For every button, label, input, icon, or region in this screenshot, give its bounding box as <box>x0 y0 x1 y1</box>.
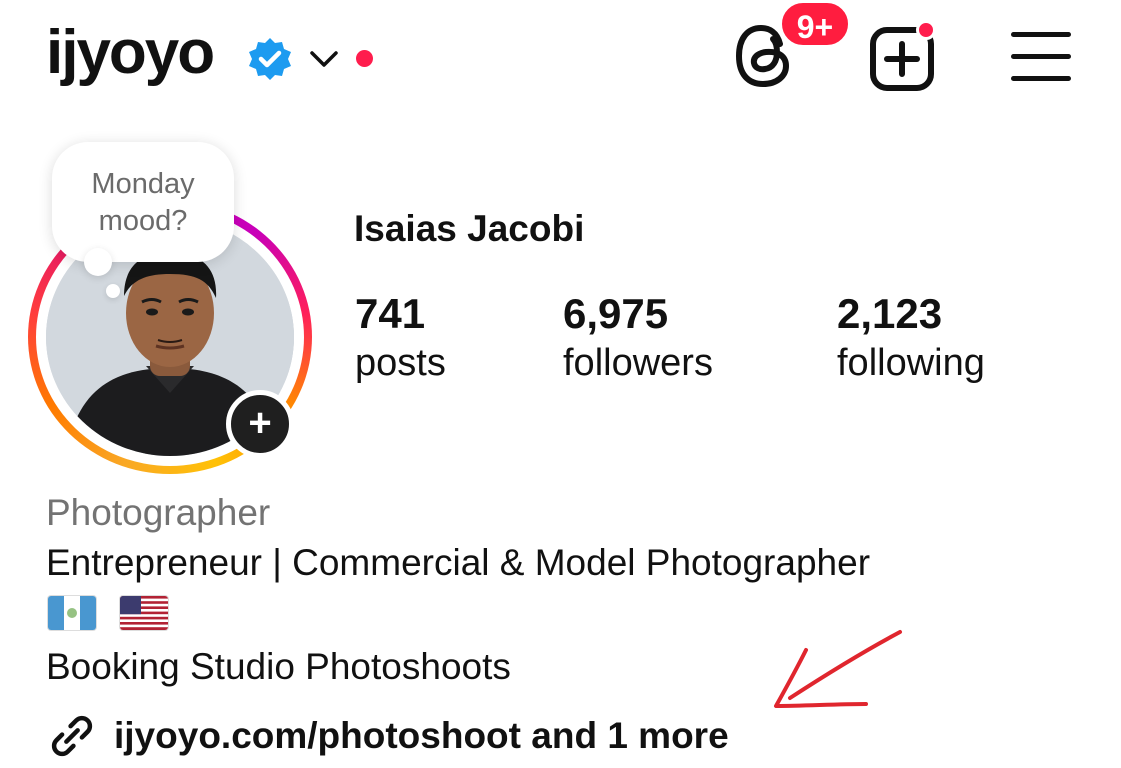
full-name: Isaias Jacobi <box>354 208 585 249</box>
note-bubble-tail <box>84 248 112 276</box>
stat-followers-value: 6,975 <box>563 290 669 337</box>
note-text: Monday mood? <box>91 168 195 237</box>
create-notification-dot <box>916 20 936 40</box>
add-story-button[interactable]: + <box>226 390 294 458</box>
profile-link-text: ijyoyo.com/photoshoot and 1 more <box>114 715 729 756</box>
annotation-arrow-icon <box>774 630 902 708</box>
account-notification-dot <box>356 50 373 67</box>
usa-flag-icon <box>120 596 169 630</box>
link-icon <box>51 715 93 757</box>
threads-notification-badge: 9+ <box>779 0 851 48</box>
note-bubble[interactable]: Monday mood? <box>52 142 234 262</box>
profile-links[interactable]: ijyoyo.com/photoshoot and 1 more <box>46 710 729 762</box>
stat-posts[interactable]: 741 posts <box>355 290 446 388</box>
profile-category: Photographer <box>46 492 271 533</box>
guatemala-flag-icon <box>48 596 96 630</box>
bio-line-1: Entrepreneur | Commercial & Model Photog… <box>46 542 871 583</box>
bio-flags <box>48 596 188 630</box>
chevron-down-icon[interactable] <box>308 48 340 70</box>
menu-icon[interactable] <box>1011 32 1071 82</box>
bio-line-3: Booking Studio Photoshoots <box>46 646 511 687</box>
stat-following-label: following <box>837 342 985 384</box>
note-bubble-tail-small <box>106 284 120 298</box>
stat-followers[interactable]: 6,975 followers <box>563 290 713 388</box>
stat-following[interactable]: 2,123 following <box>837 290 985 388</box>
stat-posts-value: 741 <box>355 290 426 337</box>
stat-following-value: 2,123 <box>837 290 943 337</box>
stat-posts-label: posts <box>355 342 446 384</box>
account-username[interactable]: ijyoyo <box>46 22 215 84</box>
stat-followers-label: followers <box>563 342 713 384</box>
verified-badge-icon <box>249 38 291 80</box>
